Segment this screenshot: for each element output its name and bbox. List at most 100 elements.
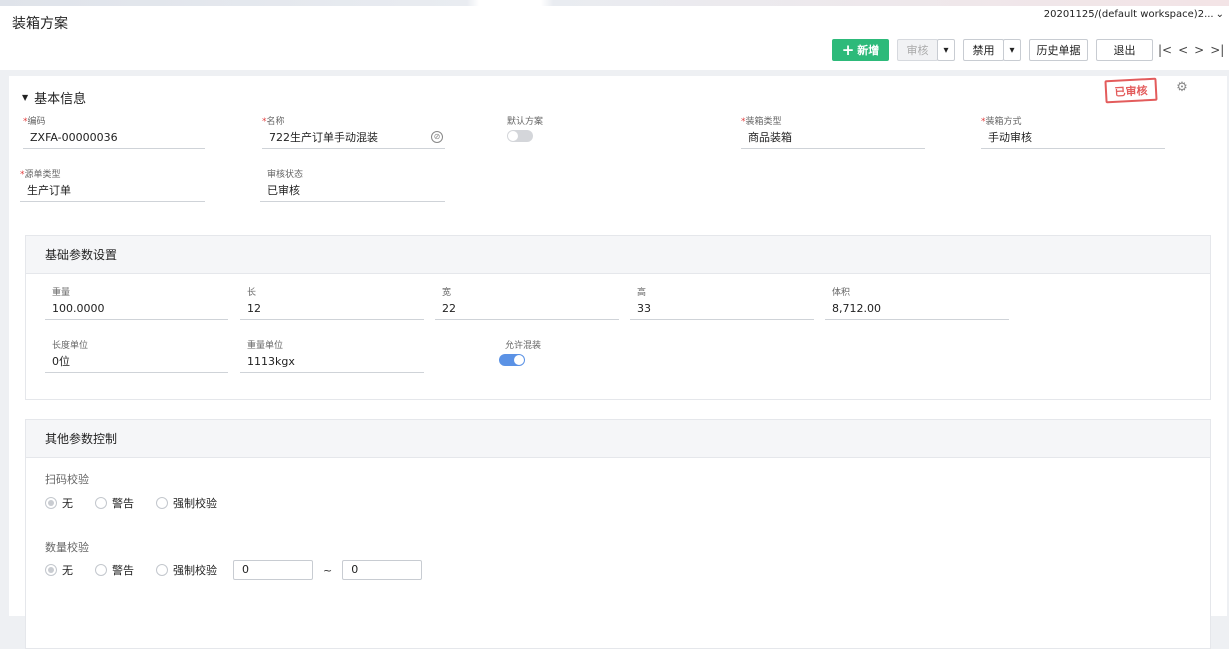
add-button[interactable]: + 新增: [832, 39, 889, 61]
next-record-icon[interactable]: >: [1194, 43, 1204, 57]
audit-status-label: 审核状态: [267, 170, 304, 180]
radio-button[interactable]: [45, 497, 57, 509]
weight-label: 重量: [52, 288, 71, 298]
source-type-field[interactable]: *源单类型 生产订单: [20, 167, 205, 202]
last-record-icon[interactable]: >|: [1210, 43, 1224, 57]
chevron-down-icon: ⌄: [1215, 9, 1224, 20]
allow-mixed-toggle[interactable]: [499, 354, 525, 366]
packing-method-input[interactable]: 手动审核: [981, 130, 1165, 149]
weight-unit-field[interactable]: 重量单位 1113kgx: [240, 338, 424, 373]
name-field[interactable]: *名称 722生产订单手动混装 ⊘: [262, 114, 445, 149]
code-field[interactable]: *编码 ZXFA-00000036: [23, 114, 205, 149]
name-input[interactable]: 722生产订单手动混装 ⊘: [262, 130, 445, 149]
code-input[interactable]: ZXFA-00000036: [23, 130, 205, 149]
exit-button-label: 退出: [1113, 44, 1136, 57]
radio-button[interactable]: [156, 564, 168, 576]
basic-params-panel: 基础参数设置 重量 100.0000 长 12 宽 22 高 33 体积 8,7…: [25, 235, 1211, 400]
audited-stamp: 已审核: [1104, 77, 1158, 104]
packing-type-input[interactable]: 商品装箱: [741, 130, 925, 149]
audit-button-label: 审核: [906, 44, 929, 57]
weight-input[interactable]: 100.0000: [45, 301, 228, 320]
workspace-label: 20201125/(default workspace)2...: [1043, 9, 1214, 20]
history-button-label: 历史单据: [1036, 44, 1081, 57]
width-field[interactable]: 宽 22: [435, 285, 619, 320]
disable-button-label: 禁用: [972, 44, 995, 57]
form-card: ▼ 基本信息 已审核 ⚙ *编码 ZXFA-00000036 *名称 722生产…: [9, 76, 1227, 649]
scan-check-label: 扫码校验: [45, 473, 89, 486]
packing-type-label: 装箱类型: [745, 117, 782, 127]
default-plan-label: 默认方案: [507, 117, 544, 127]
weight-field[interactable]: 重量 100.0000: [45, 285, 228, 320]
qty-check-option-none[interactable]: 无: [45, 562, 73, 578]
volume-value: 8,712.00: [825, 301, 1009, 320]
add-button-label: 新增: [857, 44, 880, 57]
basic-params-title: 基础参数设置: [26, 236, 1210, 274]
plus-icon: +: [841, 40, 855, 59]
length-unit-field[interactable]: 长度单位 0位: [45, 338, 228, 373]
option-label: 无: [62, 564, 73, 577]
prev-record-icon[interactable]: <: [1178, 43, 1188, 57]
weight-unit-input[interactable]: 1113kgx: [240, 354, 424, 373]
section-basic-info[interactable]: ▼ 基本信息: [22, 88, 86, 107]
qty-check-option-force[interactable]: 强制校验: [156, 562, 217, 578]
height-field[interactable]: 高 33: [630, 285, 814, 320]
audit-status-field: 审核状态 已审核: [260, 167, 445, 202]
weight-unit-label: 重量单位: [247, 341, 284, 351]
packing-type-field[interactable]: *装箱类型 商品装箱: [741, 114, 925, 149]
gear-icon[interactable]: ⚙: [1175, 81, 1189, 95]
length-field[interactable]: 长 12: [240, 285, 424, 320]
qty-check-option-warn[interactable]: 警告: [95, 562, 134, 578]
allow-mixed-label: 允许混装: [505, 341, 542, 351]
packing-method-label: 装箱方式: [985, 117, 1022, 127]
length-unit-label: 长度单位: [52, 341, 89, 351]
height-input[interactable]: 33: [630, 301, 814, 320]
disable-dropdown-button[interactable]: ▾: [1003, 39, 1021, 61]
radio-button[interactable]: [95, 497, 107, 509]
chevron-down-icon: ▾: [1009, 44, 1015, 56]
qty-max-input[interactable]: 0: [342, 560, 423, 580]
length-label: 长: [247, 288, 257, 298]
record-navigation: |< < > >|: [1158, 39, 1224, 61]
option-label: 无: [62, 497, 73, 510]
scan-check-radio-group: 无 警告 强制校验: [45, 495, 239, 511]
radio-button[interactable]: [95, 564, 107, 576]
width-label: 宽: [442, 288, 452, 298]
first-record-icon[interactable]: |<: [1158, 43, 1172, 57]
source-type-input[interactable]: 生产订单: [20, 183, 205, 202]
qty-check-label: 数量校验: [45, 541, 89, 554]
collapse-triangle-icon: ▼: [22, 93, 29, 102]
option-label: 强制校验: [173, 564, 217, 577]
clear-icon[interactable]: ⊘: [431, 131, 443, 143]
scan-check-option-warn[interactable]: 警告: [95, 495, 134, 511]
packing-method-field[interactable]: *装箱方式 手动审核: [981, 114, 1165, 149]
range-separator: ~: [323, 563, 333, 577]
exit-button[interactable]: 退出: [1096, 39, 1153, 61]
length-input[interactable]: 12: [240, 301, 424, 320]
workspace-selector[interactable]: 20201125/(default workspace)2... ⌄: [1043, 9, 1224, 20]
section-basic-info-label: 基本信息: [34, 92, 87, 107]
chevron-down-icon: ▾: [943, 44, 949, 56]
audit-dropdown-button[interactable]: ▾: [937, 39, 955, 61]
qty-check-radio-group: 无 警告 强制校验 0 ~ 0: [45, 560, 423, 580]
allow-mixed-field: 允许混装: [499, 338, 599, 366]
height-label: 高: [637, 288, 647, 298]
scan-check-option-force[interactable]: 强制校验: [156, 495, 217, 511]
name-label: 名称: [266, 117, 285, 127]
history-button[interactable]: 历史单据: [1029, 39, 1088, 61]
code-label: 编码: [27, 117, 46, 127]
radio-button[interactable]: [45, 564, 57, 576]
qty-min-input[interactable]: 0: [233, 560, 313, 580]
disable-button[interactable]: 禁用: [963, 39, 1004, 61]
volume-label: 体积: [832, 288, 851, 298]
default-plan-field: 默认方案: [507, 114, 627, 142]
length-unit-input[interactable]: 0位: [45, 354, 228, 373]
name-value: 722生产订单手动混装: [269, 131, 378, 144]
audit-button[interactable]: 审核: [897, 39, 938, 61]
scan-check-option-none[interactable]: 无: [45, 495, 73, 511]
default-plan-toggle[interactable]: [507, 130, 533, 142]
radio-button[interactable]: [156, 497, 168, 509]
page-header: 装箱方案 20201125/(default workspace)2... ⌄ …: [0, 6, 1229, 70]
source-type-label: 源单类型: [24, 170, 61, 180]
option-label: 警告: [112, 497, 134, 510]
width-input[interactable]: 22: [435, 301, 619, 320]
